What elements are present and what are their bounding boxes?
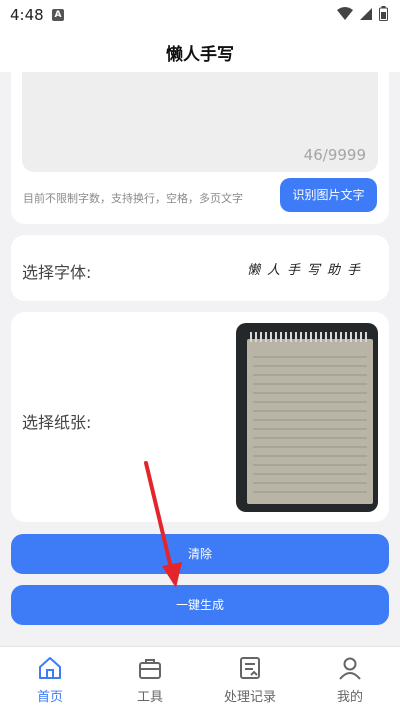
battery-icon: [379, 6, 388, 21]
clear-button[interactable]: 清除: [11, 534, 389, 574]
handwriting-text-input[interactable]: 46/9999: [22, 72, 378, 172]
notification-app-icon: A: [52, 9, 64, 21]
document-icon: [240, 657, 260, 679]
status-bar: 4:48 A: [0, 0, 400, 30]
nav-item-tools[interactable]: 工具: [100, 647, 200, 711]
paper-lines: [253, 356, 367, 493]
toolbox-icon: [139, 659, 161, 679]
notebook-spiral: [250, 332, 370, 342]
paper-preview-image[interactable]: [236, 323, 378, 512]
font-label: 选择字体:: [22, 263, 92, 282]
nav-item-profile[interactable]: 我的: [300, 647, 400, 711]
home-icon: [39, 657, 61, 679]
text-input-card: 46/9999 目前不限制字数，支持换行，空格，多页文字 识别图片文字: [11, 72, 389, 224]
status-time: 4:48: [10, 6, 44, 24]
input-hint: 目前不限制字数，支持换行，空格，多页文字: [23, 192, 243, 205]
recognize-image-text-button[interactable]: 识别图片文字: [280, 178, 377, 212]
wifi-icon: [337, 6, 353, 20]
nav-label-profile: 我的: [336, 690, 363, 705]
font-select-row[interactable]: 选择字体: 懒人手写助手: [11, 235, 389, 301]
nav-label-records: 处理记录: [223, 690, 276, 705]
nav-label-tools: 工具: [136, 690, 163, 705]
nav-item-home[interactable]: 首页: [0, 647, 100, 711]
nav-label-home: 首页: [36, 690, 63, 705]
generate-button[interactable]: 一键生成: [11, 585, 389, 625]
paper-label: 选择纸张:: [22, 413, 92, 432]
user-icon: [339, 657, 361, 680]
font-preview: 懒人手写助手: [247, 263, 368, 278]
page-title: 懒人手写: [166, 45, 234, 65]
bottom-navigation: 首页 工具 处理记录 我的: [0, 646, 400, 711]
app-header: 懒人手写: [0, 30, 400, 72]
status-icons: [337, 6, 388, 21]
notebook-paper: [247, 339, 373, 504]
character-counter: 46/9999: [303, 146, 366, 164]
nav-item-records[interactable]: 处理记录: [200, 647, 300, 711]
signal-icon: [360, 7, 372, 20]
paper-select-row[interactable]: 选择纸张:: [11, 312, 389, 522]
